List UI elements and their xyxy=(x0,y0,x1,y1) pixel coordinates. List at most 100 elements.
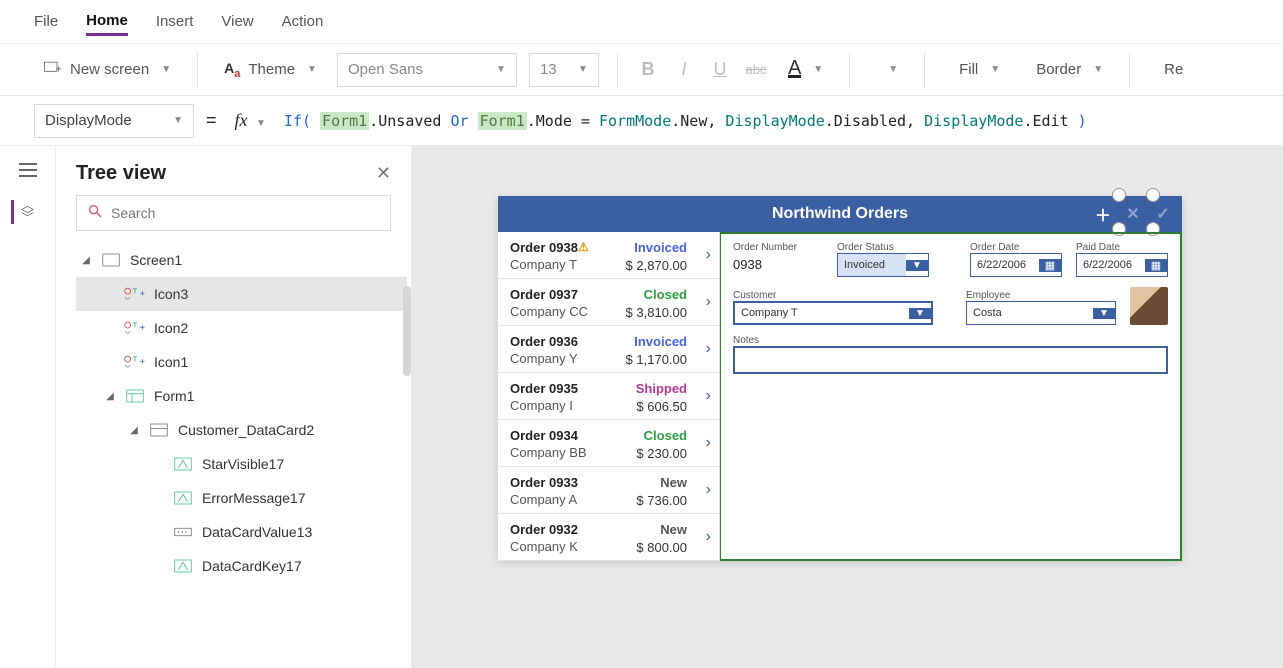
menu-insert[interactable]: Insert xyxy=(156,9,194,34)
check-icon[interactable]: ✓ xyxy=(1148,196,1178,232)
new-screen-button[interactable]: New screen ▼ xyxy=(34,54,179,86)
add-icon[interactable]: ＋ xyxy=(1088,196,1118,232)
fill-button[interactable]: Fill ▼ xyxy=(943,57,1008,82)
ribbon: New screen ▼ Aa Theme ▼ Open Sans ▼ 13 ▼… xyxy=(0,44,1283,96)
customer-label: Customer xyxy=(733,290,933,301)
chevron-right-icon: › xyxy=(706,528,711,546)
order-status-label: Order Status xyxy=(837,242,929,253)
order-amount: $ 800.00 xyxy=(636,540,687,555)
order-status: New xyxy=(660,522,687,537)
tree-node-datacardvalue[interactable]: DataCardValue13 xyxy=(76,515,407,549)
collapse-icon[interactable]: ◢ xyxy=(80,255,92,266)
icon-set-icon xyxy=(124,355,146,369)
order-number-value: 0938 xyxy=(733,253,823,277)
chevron-down-icon: ▼ xyxy=(813,64,823,75)
order-row[interactable]: Order 0935Company IShipped$ 606.50› xyxy=(498,373,719,420)
font-color-button[interactable]: A ▼ xyxy=(780,57,831,82)
chevron-right-icon: › xyxy=(706,434,711,452)
order-status: Closed xyxy=(644,428,687,443)
tree-node-form[interactable]: ◢ Form1 xyxy=(76,379,407,413)
chevron-right-icon: › xyxy=(706,293,711,311)
tree-node-datacardkey[interactable]: DataCardKey17 xyxy=(76,549,407,583)
app-title: Northwind Orders xyxy=(772,205,908,223)
fx-button[interactable]: fx ▼ xyxy=(229,110,272,131)
chevron-down-icon: ▼ xyxy=(906,260,928,271)
employee-label: Employee xyxy=(966,290,1116,301)
reorder-button[interactable]: Re xyxy=(1148,57,1191,82)
property-name: DisplayMode xyxy=(45,112,132,129)
icon-set-icon xyxy=(124,287,146,301)
tree: ◢ Screen1 Icon3 Icon2 Icon1 ◢ xyxy=(56,243,411,603)
tree-search-input[interactable] xyxy=(111,205,380,221)
label-icon xyxy=(172,559,194,573)
tree-node-icon1[interactable]: Icon1 xyxy=(76,345,407,379)
screen-icon xyxy=(100,253,122,267)
order-row[interactable]: Order 0932Company KNew$ 800.00› xyxy=(498,514,719,561)
font-size-select[interactable]: 13 ▼ xyxy=(529,53,599,87)
menu-file[interactable]: File xyxy=(34,9,58,34)
employee-select[interactable]: Costa ▼ xyxy=(966,301,1116,325)
order-status: Invoiced xyxy=(634,334,687,349)
equals-label: = xyxy=(206,110,217,131)
menu-action[interactable]: Action xyxy=(282,9,324,34)
hamburger-icon[interactable] xyxy=(16,158,40,182)
chevron-down-icon: ▼ xyxy=(173,115,183,126)
order-row[interactable]: Order 0938⚠Company TInvoiced$ 2,870.00› xyxy=(498,232,719,279)
separator xyxy=(197,52,198,88)
collapse-icon[interactable]: ◢ xyxy=(128,425,140,436)
order-detail-form: Order Number 0938 Order Status Invoiced … xyxy=(720,232,1182,561)
theme-button[interactable]: Aa Theme ▼ xyxy=(216,56,325,84)
order-amount: $ 230.00 xyxy=(636,446,687,461)
separator xyxy=(849,52,850,88)
font-color-icon: A xyxy=(788,61,801,78)
tree-node-screen[interactable]: ◢ Screen1 xyxy=(76,243,407,277)
order-row[interactable]: Order 0936Company YInvoiced$ 1,170.00› xyxy=(498,326,719,373)
calendar-icon: ▦ xyxy=(1039,259,1061,272)
strikethrough-icon[interactable]: abc xyxy=(744,58,768,82)
customer-select[interactable]: Company T ▼ xyxy=(733,301,933,325)
font-name: Open Sans xyxy=(348,61,423,78)
tree-node-starvisible[interactable]: StarVisible17 xyxy=(76,447,407,481)
underline-icon[interactable]: U xyxy=(708,58,732,82)
chevron-down-icon: ▼ xyxy=(990,64,1000,75)
tree-node-datacard[interactable]: ◢ Customer_DataCard2 xyxy=(76,413,407,447)
chevron-down-icon: ▼ xyxy=(496,64,506,75)
paid-date-picker[interactable]: 6/22/2006 ▦ xyxy=(1076,253,1168,277)
datacard-icon xyxy=(148,423,170,437)
new-screen-icon xyxy=(42,58,62,82)
order-date-picker[interactable]: 6/22/2006 ▦ xyxy=(970,253,1062,277)
order-status-select[interactable]: Invoiced ▼ xyxy=(837,253,929,277)
tree-node-icon3[interactable]: Icon3 xyxy=(76,277,407,311)
calendar-icon: ▦ xyxy=(1145,259,1167,272)
tree-node-icon2[interactable]: Icon2 xyxy=(76,311,407,345)
order-row[interactable]: Order 0937Company CCClosed$ 3,810.00› xyxy=(498,279,719,326)
separator xyxy=(617,52,618,88)
order-amount: $ 736.00 xyxy=(636,493,687,508)
order-row[interactable]: Order 0934Company BBClosed$ 230.00› xyxy=(498,420,719,467)
close-icon[interactable]: ✕ xyxy=(1118,196,1148,232)
font-select[interactable]: Open Sans ▼ xyxy=(337,53,517,87)
border-button[interactable]: Border ▼ xyxy=(1020,57,1111,82)
tree-node-errormessage[interactable]: ErrorMessage17 xyxy=(76,481,407,515)
menu-bar: File Home Insert View Action xyxy=(0,0,1283,44)
tree-view-icon[interactable] xyxy=(11,200,35,224)
order-status: New xyxy=(660,475,687,490)
scrollbar[interactable] xyxy=(403,286,411,376)
collapse-icon[interactable]: ◢ xyxy=(104,391,116,402)
employee-avatar xyxy=(1130,287,1168,325)
align-button[interactable]: ▼ xyxy=(868,57,906,82)
menu-view[interactable]: View xyxy=(221,9,253,34)
order-row[interactable]: Order 0933Company ANew$ 736.00› xyxy=(498,467,719,514)
menu-home[interactable]: Home xyxy=(86,8,128,36)
chevron-right-icon: › xyxy=(706,340,711,358)
formula-input[interactable]: If( Form1.Unsaved Or Form1.Mode = FormMo… xyxy=(284,112,1249,130)
italic-icon[interactable]: I xyxy=(672,58,696,82)
tree-search[interactable] xyxy=(76,195,391,231)
property-select[interactable]: DisplayMode ▼ xyxy=(34,104,194,138)
panel-close-icon[interactable]: ✕ xyxy=(376,163,391,184)
notes-input[interactable] xyxy=(733,346,1168,374)
bold-icon[interactable]: B xyxy=(636,58,660,82)
design-canvas[interactable]: Northwind Orders ＋ ✕ ✓ Order 0938⚠Compan… xyxy=(412,146,1283,668)
workspace: Tree view ✕ ◢ Screen1 Icon3 Icon2 xyxy=(0,146,1283,668)
chevron-down-icon: ▼ xyxy=(578,64,588,75)
